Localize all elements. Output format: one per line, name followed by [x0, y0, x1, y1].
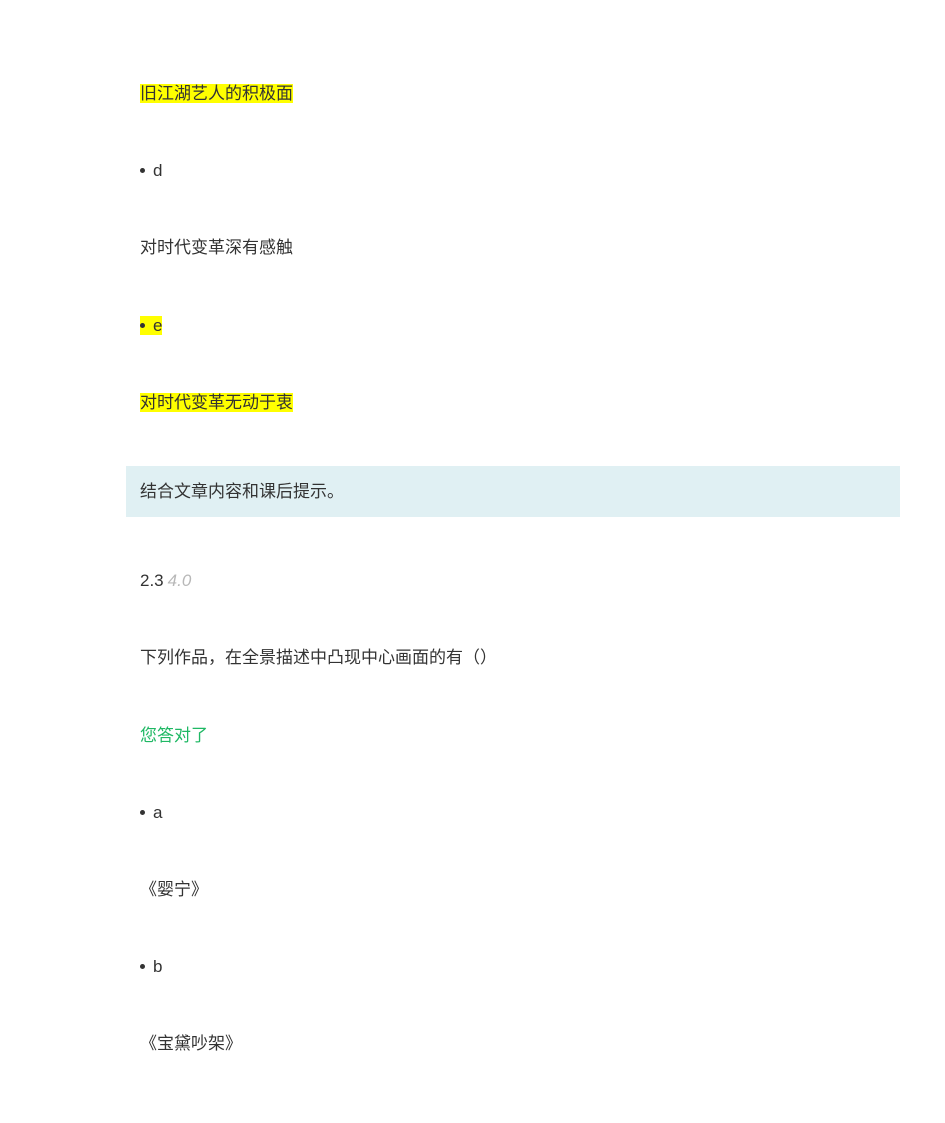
q2-option-b-text: 《宝黛吵架》: [140, 1030, 900, 1057]
option-text: 对时代变革深有感触: [140, 238, 293, 257]
q2-score-row: 2.34.0: [140, 567, 900, 594]
q2-option-b-label-row: b: [140, 953, 900, 980]
feedback-text: 结合文章内容和课后提示。: [140, 482, 344, 501]
q2-option-a-label-row: a: [140, 799, 900, 826]
highlighted-label: e: [140, 316, 162, 335]
q2-correct-message: 您答对了: [140, 722, 900, 749]
highlighted-text: 对时代变革无动于衷: [140, 393, 293, 412]
bullet-icon: [140, 168, 145, 173]
q1-option-d-label-row: d: [140, 157, 900, 184]
q1-option-e-label-row: e: [140, 312, 900, 339]
bullet-icon: [140, 810, 145, 815]
bullet-icon: [140, 964, 145, 969]
q1-option-c-text: 旧江湖艺人的积极面: [140, 80, 900, 107]
q2-prompt: 下列作品，在全景描述中凸现中心画面的有（）: [140, 644, 900, 671]
highlighted-text: 旧江湖艺人的积极面: [140, 84, 293, 103]
q2-option-a-text: 《婴宁》: [140, 876, 900, 903]
option-text: 《宝黛吵架》: [140, 1034, 242, 1053]
option-label: e: [153, 316, 162, 335]
option-label: d: [153, 161, 162, 180]
q1-option-d-text: 对时代变革深有感触: [140, 234, 900, 261]
option-text: 《婴宁》: [140, 880, 208, 899]
option-label: b: [153, 957, 162, 976]
option-label: a: [153, 803, 162, 822]
q2-score-max: 4.0: [168, 571, 192, 590]
q2-score-earned: 2.3: [140, 571, 164, 590]
question-text: 下列作品，在全景描述中凸现中心画面的有（）: [140, 648, 497, 667]
q1-option-e-text: 对时代变革无动于衷: [140, 389, 900, 416]
bullet-icon: [140, 323, 145, 328]
q1-feedback-box: 结合文章内容和课后提示。: [126, 466, 900, 517]
correct-text: 您答对了: [140, 726, 208, 745]
